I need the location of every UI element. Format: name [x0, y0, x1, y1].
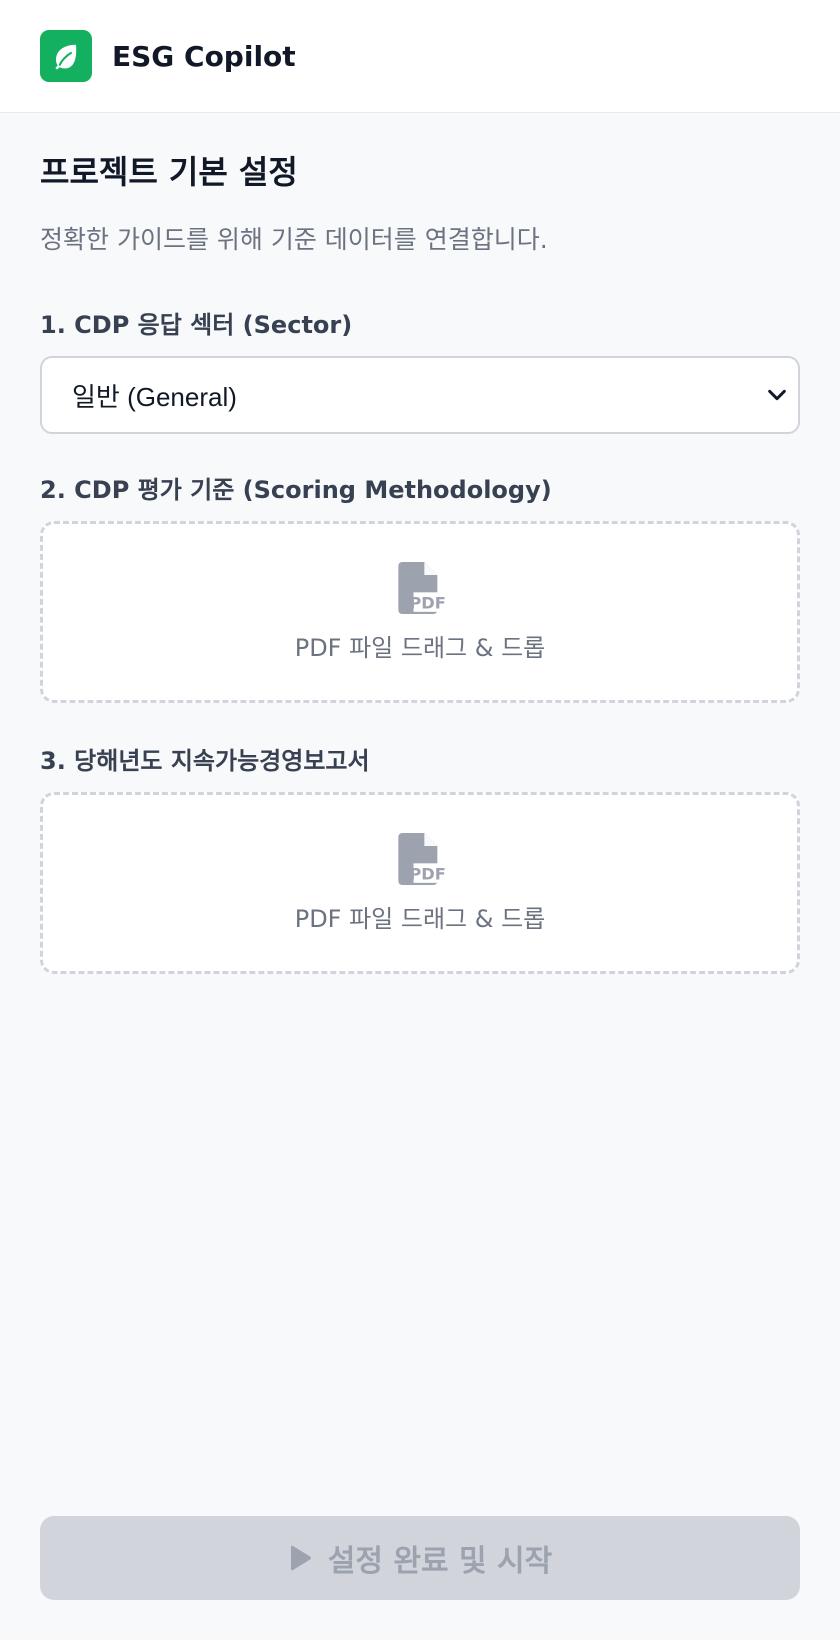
scoring-drop-text: PDF 파일 드래그 & 드롭	[294, 634, 546, 663]
svg-text:PDF: PDF	[409, 594, 446, 613]
start-button-label: 설정 완료 및 시작	[327, 1544, 553, 1579]
app-header: ESG Copilot	[0, 0, 840, 113]
sector-select-value: 일반 (General)	[72, 381, 237, 412]
setup-panel: 프로젝트 기본 설정 정확한 가이드를 위해 기준 데이터를 연결합니다. 1.…	[0, 153, 840, 974]
page-title: 프로젝트 기본 설정	[40, 153, 298, 191]
report-drop-text: PDF 파일 드래그 & 드롭	[294, 905, 546, 934]
chevron-down-icon	[768, 390, 786, 401]
scoring-dropzone[interactable]: PDF PDF 파일 드래그 & 드롭	[40, 520, 800, 703]
pdf-file-icon: PDF	[398, 562, 446, 615]
sector-select[interactable]: 일반 (General)	[40, 356, 800, 435]
scoring-label: 2. CDP 평가 기준 (Scoring Methodology)	[40, 476, 552, 505]
svg-text:PDF: PDF	[409, 865, 446, 884]
app-title: ESG Copilot	[112, 39, 296, 73]
page-subtitle: 정확한 가이드를 위해 기준 데이터를 연결합니다.	[40, 225, 548, 255]
sector-label: 1. CDP 응답 섹터 (Sector)	[40, 311, 353, 340]
report-dropzone[interactable]: PDF PDF 파일 드래그 & 드롭	[40, 791, 800, 974]
leaf-icon	[55, 44, 77, 70]
report-label: 3. 당해년도 지속가능경영보고서	[40, 746, 370, 775]
pdf-file-icon: PDF	[398, 833, 446, 886]
app-logo	[40, 30, 92, 82]
start-setup-button[interactable]: 설정 완료 및 시작	[40, 1516, 800, 1600]
play-icon	[290, 1545, 311, 1571]
